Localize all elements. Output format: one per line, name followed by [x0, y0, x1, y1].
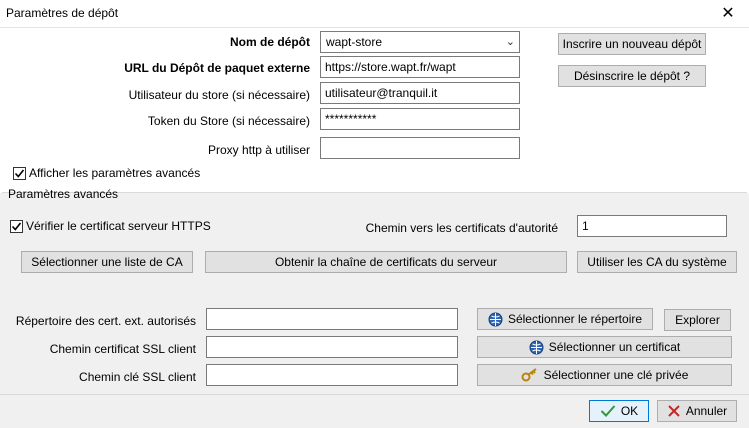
- show-advanced-toggle[interactable]: Afficher les paramètres avancés: [13, 166, 200, 180]
- cancel-button[interactable]: Annuler: [657, 400, 737, 422]
- select-certificate-label: Sélectionner un certificat: [548, 340, 681, 354]
- cancel-label: Annuler: [685, 404, 728, 418]
- select-directory-button[interactable]: Sélectionner le répertoire: [477, 308, 653, 330]
- show-advanced-checkbox[interactable]: [13, 166, 26, 180]
- footer-divider: [0, 394, 749, 395]
- window-title: Paramètres de dépôt: [6, 6, 119, 20]
- proxy-label: Proxy http à utiliser: [207, 143, 310, 157]
- store-token-label: Token du Store (si nécessaire): [147, 114, 310, 128]
- ok-button[interactable]: OK: [589, 400, 649, 422]
- checkmark-icon: [600, 405, 616, 417]
- unregister-repo-button[interactable]: Désinscrire le dépôt ?: [558, 65, 706, 87]
- get-server-chain-button[interactable]: Obtenir la chaîne de certificats du serv…: [205, 251, 567, 273]
- use-system-ca-button[interactable]: Utiliser les CA du système: [577, 251, 737, 273]
- repo-url-input[interactable]: [320, 56, 520, 78]
- register-repo-button[interactable]: Inscrire un nouveau dépôt: [558, 33, 706, 55]
- globe-icon: [529, 340, 544, 354]
- ok-label: OK: [620, 404, 639, 418]
- cert-dir-label: Répertoire des cert. ext. autorisés: [15, 314, 196, 328]
- proxy-input[interactable]: [320, 137, 520, 159]
- cert-dir-input[interactable]: [206, 308, 458, 330]
- checkmark-icon: [11, 222, 22, 231]
- repo-name-label: Nom de dépôt: [230, 35, 310, 49]
- show-advanced-label: Afficher les paramètres avancés: [29, 166, 201, 180]
- repo-name-select[interactable]: wapt-store ⌄: [320, 31, 520, 53]
- close-icon[interactable]: ✕: [717, 3, 739, 25]
- repo-name-value: wapt-store: [326, 35, 383, 49]
- verify-https-label: Vérifier le certificat serveur HTTPS: [26, 219, 211, 233]
- ssl-cert-input[interactable]: [206, 336, 458, 358]
- select-certificate-button[interactable]: Sélectionner un certificat: [477, 336, 732, 358]
- verify-https-checkbox[interactable]: [10, 219, 23, 233]
- store-user-input[interactable]: [320, 82, 520, 104]
- verify-https-toggle[interactable]: Vérifier le certificat serveur HTTPS: [10, 219, 211, 233]
- chevron-down-icon: ⌄: [505, 36, 515, 48]
- checkmark-icon: [14, 169, 25, 178]
- globe-icon: [488, 312, 503, 326]
- ssl-cert-label: Chemin certificat SSL client: [49, 342, 196, 356]
- select-private-key-button[interactable]: Sélectionner une clé privée: [477, 364, 732, 386]
- store-user-label: Utilisateur du store (si nécessaire): [128, 88, 310, 102]
- key-icon: [521, 368, 537, 382]
- repo-url-label: URL du Dépôt de paquet externe: [124, 61, 310, 75]
- ca-path-label: Chemin vers les certificats d'autorité: [365, 221, 558, 235]
- explore-button[interactable]: Explorer: [664, 309, 731, 331]
- close-icon: [668, 405, 680, 417]
- select-ca-list-button[interactable]: Sélectionner une liste de CA: [21, 251, 193, 273]
- select-private-key-label: Sélectionner une clé privée: [543, 368, 689, 382]
- ssl-key-label: Chemin clé SSL client: [79, 370, 196, 384]
- store-token-input[interactable]: [320, 108, 520, 130]
- select-directory-label: Sélectionner le répertoire: [507, 312, 643, 326]
- ssl-key-input[interactable]: [206, 364, 458, 386]
- advanced-section-title: Paramètres avancés: [8, 187, 119, 201]
- ca-path-input[interactable]: [577, 215, 727, 237]
